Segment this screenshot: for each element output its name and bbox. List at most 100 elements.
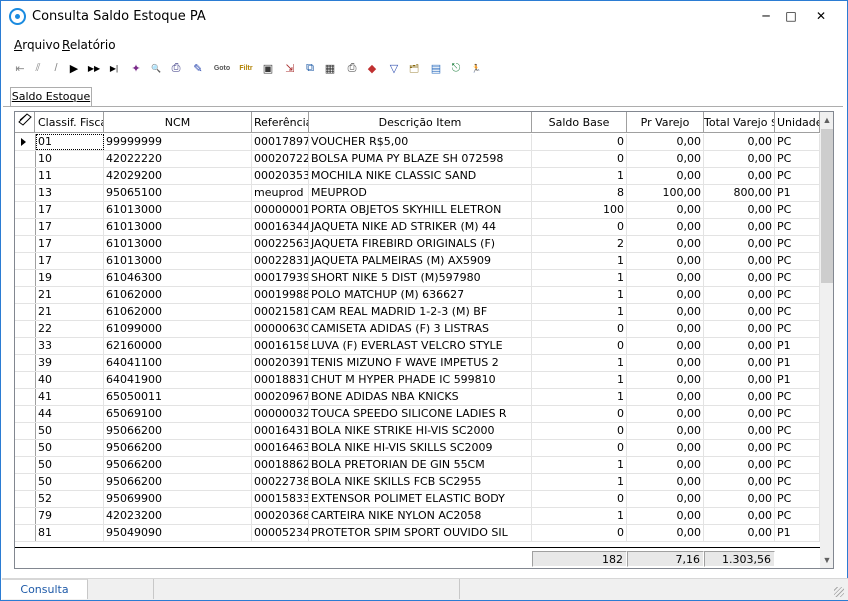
table-row[interactable]: 39 64041100 00020391 TENIS MIZUNO F WAVE IM… [15,355,820,372]
preview-icon[interactable]: 🔍 [147,58,165,78]
cell-total-varejo[interactable]: 0,00 [704,287,775,303]
row-selector[interactable] [15,185,36,201]
cell-unidade[interactable]: PC [775,287,820,303]
cell-referencia[interactable]: 00000001 [252,202,309,218]
cell-referencia[interactable]: 00020353 [252,168,309,184]
row-selector[interactable] [15,338,36,354]
cell-unidade[interactable]: PC [775,474,820,490]
table-row[interactable]: 22 61099000 00000630 CAMISETA ADIDAS (F) 3 … [15,321,820,338]
cell-descricao-item[interactable]: MEUPROD [309,185,532,201]
cell-referencia[interactable]: 00021581 [252,304,309,320]
cell-referencia[interactable]: 00022563 [252,236,309,252]
cell-total-varejo[interactable]: 0,00 [704,236,775,252]
row-selector[interactable] [15,253,36,269]
cell-descricao-item[interactable]: JAQUETA NIKE AD STRIKER (M) 44 [309,219,532,235]
cell-ncm[interactable]: 62160000 [104,338,252,354]
cell-unidade[interactable]: PC [775,236,820,252]
cell-classif-fiscal[interactable]: 41 [36,389,104,405]
cell-ncm[interactable]: 42029200 [104,168,252,184]
row-selector[interactable] [15,474,36,490]
row-selector[interactable] [15,508,36,524]
cell-classif-fiscal[interactable]: 50 [36,440,104,456]
row-selector[interactable] [15,304,36,320]
cell-descricao-item[interactable]: TENIS MIZUNO F WAVE IMPETUS 2 [309,355,532,371]
cell-classif-fiscal[interactable]: 81 [36,525,104,541]
cell-classif-fiscal[interactable]: 50 [36,474,104,490]
table-row[interactable]: 52 95069900 00015833 EXTENSOR POLIMET ELAST… [15,491,820,508]
cell-classif-fiscal[interactable]: 21 [36,304,104,320]
cell-ncm[interactable]: 61013000 [104,236,252,252]
cell-total-varejo[interactable]: 800,00 [704,185,775,201]
cell-referencia[interactable]: 00020391 [252,355,309,371]
cell-saldo-base[interactable]: 0 [532,423,627,439]
filter-icon[interactable]: Filtr [235,58,257,78]
cell-referencia[interactable]: 00020967 [252,389,309,405]
cell-classif-fiscal[interactable]: 50 [36,423,104,439]
row-selector[interactable] [15,491,36,507]
cell-classif-fiscal[interactable]: 21 [36,287,104,303]
cell-descricao-item[interactable]: PORTA OBJETOS SKYHILL ELETRON [309,202,532,218]
table-row[interactable]: 50 95066200 00022738 BOLA NIKE SKILLS FCB S… [15,474,820,491]
cell-unidade[interactable]: PC [775,304,820,320]
cell-unidade[interactable]: PC [775,406,820,422]
row-selector[interactable] [15,134,36,150]
cell-ncm[interactable]: 99999999 [104,134,252,150]
row-selector[interactable] [15,389,36,405]
col-header-classif-fiscal[interactable]: Classif. Fiscal [36,112,104,133]
table-row[interactable]: 50 95066200 00018862 BOLA PRETORIAN DE GIN … [15,457,820,474]
cell-referencia[interactable]: 00019988 [252,287,309,303]
cell-unidade[interactable]: PC [775,202,820,218]
cell-ncm[interactable]: 65069100 [104,406,252,422]
cell-classif-fiscal[interactable]: 19 [36,270,104,286]
cell-total-varejo[interactable]: 0,00 [704,474,775,490]
cell-classif-fiscal[interactable]: 01 [36,134,104,150]
cell-ncm[interactable]: 95049090 [104,525,252,541]
cell-referencia[interactable]: 00016344 [252,219,309,235]
cell-ncm[interactable]: 95066200 [104,457,252,473]
row-selector[interactable] [15,287,36,303]
cell-referencia[interactable]: 00000630 [252,321,309,337]
row-selector[interactable] [15,236,36,252]
cell-ncm[interactable]: 95066200 [104,423,252,439]
cell-total-varejo[interactable]: 0,00 [704,304,775,320]
cell-pr-varejo[interactable]: 0,00 [627,389,704,405]
cell-classif-fiscal[interactable]: 17 [36,253,104,269]
play-icon[interactable]: ▶ [65,58,83,78]
table-row[interactable]: 41 65050011 00020967 BONE ADIDAS NBA KNICKS… [15,389,820,406]
row-selector[interactable] [15,423,36,439]
cell-total-varejo[interactable]: 0,00 [704,355,775,371]
app-icon[interactable] [9,8,26,25]
cell-unidade[interactable]: PC [775,168,820,184]
cell-unidade[interactable]: PC [775,253,820,269]
cell-pr-varejo[interactable]: 0,00 [627,253,704,269]
cell-ncm[interactable]: 61013000 [104,219,252,235]
cell-unidade[interactable]: PC [775,219,820,235]
cell-saldo-base[interactable]: 1 [532,304,627,320]
cell-descricao-item[interactable]: SHORT NIKE 5 DIST (M)597980 [309,270,532,286]
cell-descricao-item[interactable]: CHUT M HYPER PHADE IC 599810 [309,372,532,388]
cell-descricao-item[interactable]: BOLA NIKE SKILLS FCB SC2955 [309,474,532,490]
cell-pr-varejo[interactable]: 0,00 [627,474,704,490]
cell-pr-varejo[interactable]: 0,00 [627,321,704,337]
cell-ncm[interactable]: 42023200 [104,508,252,524]
cell-referencia[interactable]: 00018862 [252,457,309,473]
cell-ncm[interactable]: 95069900 [104,491,252,507]
cell-pr-varejo[interactable]: 100,00 [627,185,704,201]
cell-pr-varejo[interactable]: 0,00 [627,440,704,456]
cell-pr-varejo[interactable]: 0,00 [627,423,704,439]
cell-total-varejo[interactable]: 0,00 [704,168,775,184]
cell-total-varejo[interactable]: 0,00 [704,423,775,439]
folder-icon[interactable]: 🗂 [405,58,423,78]
cell-saldo-base[interactable]: 1 [532,389,627,405]
cell-classif-fiscal[interactable]: 44 [36,406,104,422]
cell-saldo-base[interactable]: 8 [532,185,627,201]
cell-classif-fiscal[interactable]: 13 [36,185,104,201]
cell-descricao-item[interactable]: JAQUETA FIREBIRD ORIGINALS (F) [309,236,532,252]
printer2-icon[interactable]: ⎙ [343,58,361,78]
cell-total-varejo[interactable]: 0,00 [704,491,775,507]
cell-unidade[interactable]: P1 [775,338,820,354]
cell-saldo-base[interactable]: 0 [532,219,627,235]
copy-icon[interactable]: ⧉ [301,58,319,78]
cell-referencia[interactable]: 00022831 [252,253,309,269]
table-row[interactable]: 19 61046300 00017939 SHORT NIKE 5 DIST (M)5… [15,270,820,287]
